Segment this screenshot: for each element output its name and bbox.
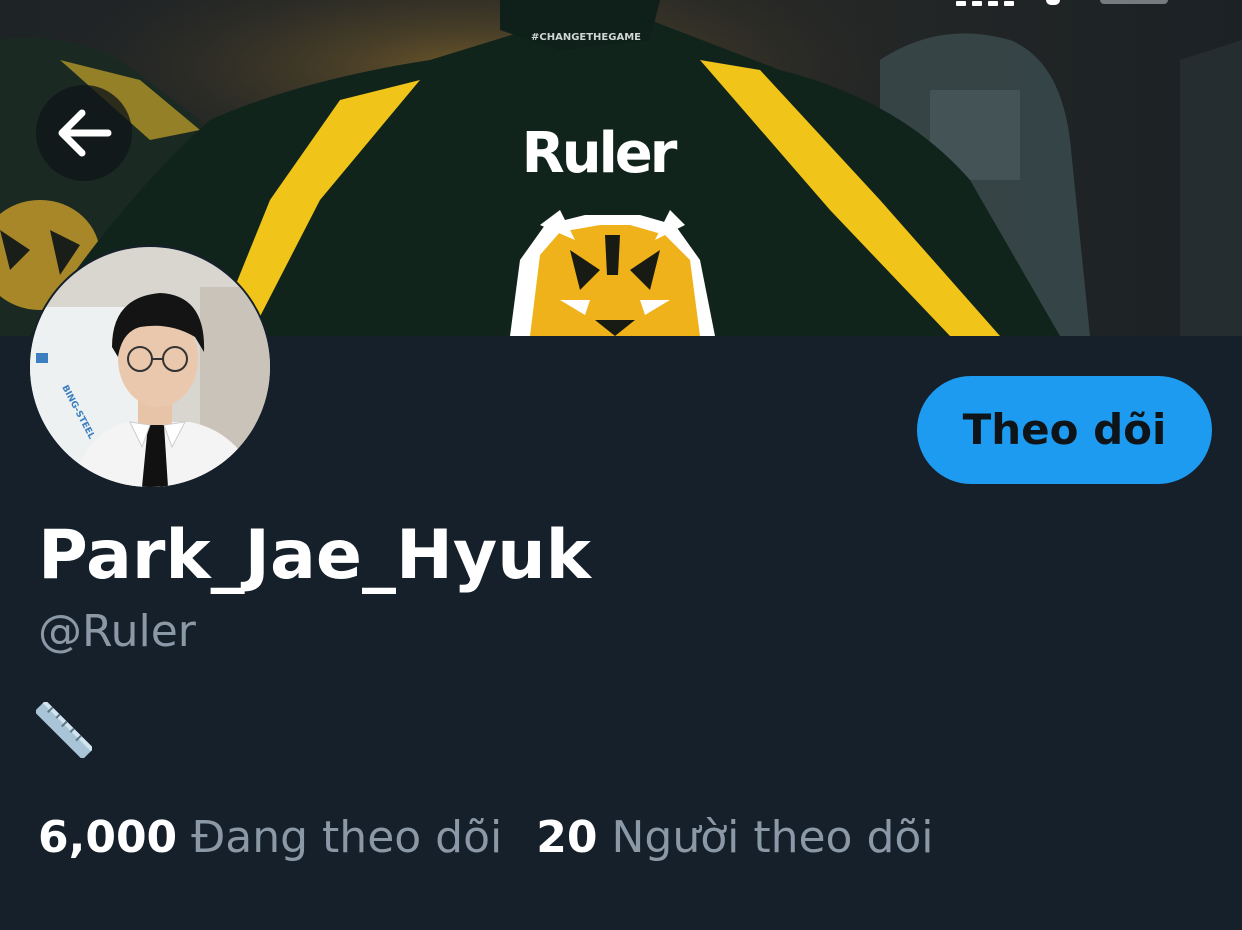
profile-stats: 6,000 Đang theo dõi 20 Người theo dõi bbox=[38, 812, 934, 863]
arrow-left-icon bbox=[58, 109, 112, 157]
back-button[interactable] bbox=[36, 85, 132, 181]
following-link[interactable]: 6,000 Đang theo dõi bbox=[38, 812, 502, 863]
follow-button[interactable]: Theo dõi bbox=[917, 376, 1212, 484]
followers-count: 20 bbox=[536, 812, 598, 863]
jersey-slogan: #CHANGETHEGAME bbox=[531, 32, 641, 43]
profile-screen: #CHANGETHEGAME Ruler BING-STEEL Theo dõi… bbox=[0, 0, 1242, 930]
profile-handle: @Ruler bbox=[38, 606, 196, 657]
followers-label: Người theo dõi bbox=[611, 812, 934, 863]
jersey-name: Ruler bbox=[522, 121, 678, 186]
following-count: 6,000 bbox=[38, 812, 178, 863]
status-bar bbox=[0, 0, 1242, 8]
followers-link[interactable]: 20 Người theo dõi bbox=[536, 812, 933, 863]
straight-ruler-icon bbox=[36, 702, 92, 758]
avatar-image: BING-STEEL bbox=[30, 247, 270, 487]
avatar[interactable]: BING-STEEL bbox=[28, 245, 272, 489]
following-label: Đang theo dõi bbox=[191, 812, 503, 863]
battery-icon bbox=[1100, 0, 1168, 4]
wifi-icon bbox=[1046, 0, 1060, 5]
profile-display-name: Park_Jae_Hyuk bbox=[38, 516, 591, 595]
signal-icon bbox=[956, 0, 1014, 6]
